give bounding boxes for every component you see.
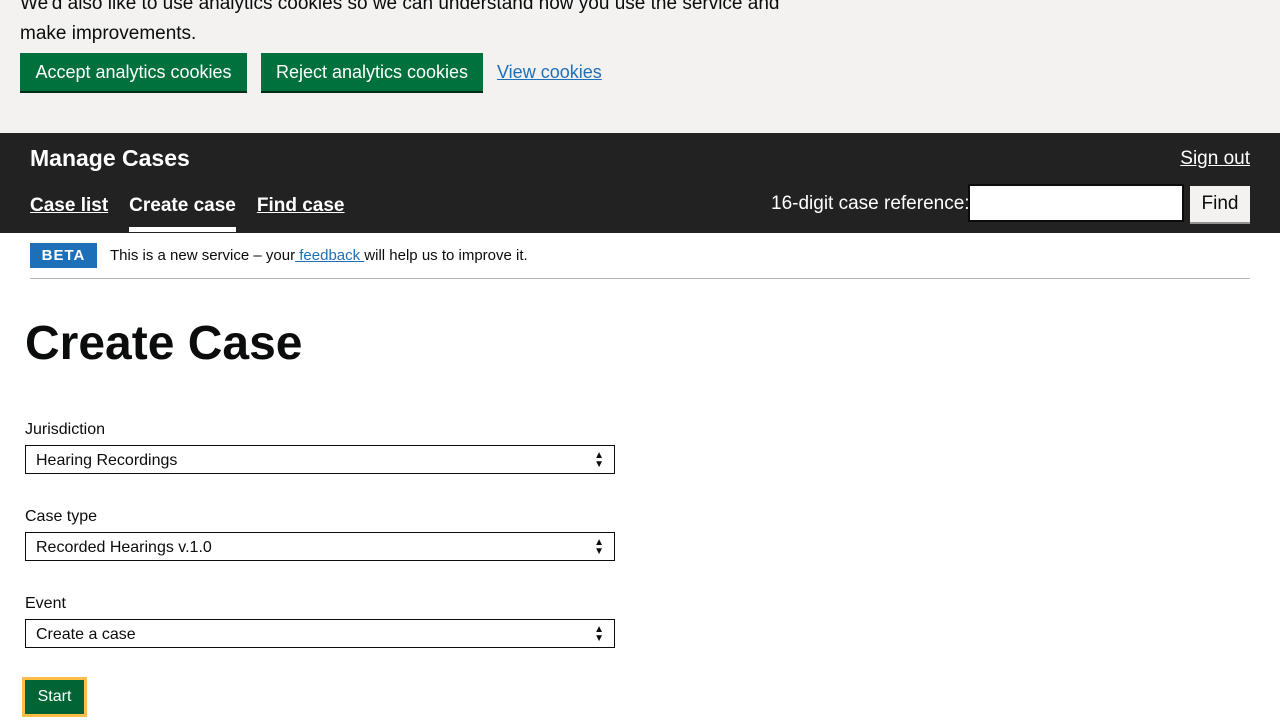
case-reference-input[interactable] — [968, 184, 1184, 222]
case-type-select[interactable]: Recorded Hearings v.1.0 ▲ ▼ — [25, 532, 615, 561]
primary-nav: Case list Create case Find case — [30, 195, 366, 233]
beta-tag: BETA — [30, 243, 97, 268]
feedback-link[interactable]: feedback — [295, 247, 364, 264]
nav-create-case[interactable]: Create case — [129, 195, 236, 233]
cookie-banner: We'd also like to use analytics cookies … — [0, 0, 1280, 133]
find-button[interactable]: Find — [1190, 186, 1250, 222]
beta-message: This is a new service – your feedback wi… — [110, 247, 528, 264]
beta-text-after: will help us to improve it. — [364, 247, 528, 264]
select-arrows-icon: ▲ ▼ — [594, 624, 604, 644]
event-label: Event — [25, 595, 66, 612]
case-reference-label: 16-digit case reference: — [771, 193, 970, 214]
cookie-banner-text: We'd also like to use analytics cookies … — [20, 0, 780, 44]
case-type-label: Case type — [25, 508, 98, 525]
event-selected-value: Create a case — [36, 626, 136, 643]
jurisdiction-selected-value: Hearing Recordings — [36, 452, 178, 469]
reject-analytics-cookies-button[interactable]: Reject analytics cookies — [261, 53, 483, 91]
case-type-selected-value: Recorded Hearings v.1.0 — [36, 539, 212, 556]
jurisdiction-label: Jurisdiction — [25, 421, 106, 438]
sign-out-link[interactable]: Sign out — [1180, 148, 1250, 170]
jurisdiction-select[interactable]: Hearing Recordings ▲ ▼ — [25, 445, 615, 474]
beta-text-before: This is a new service – your — [110, 247, 296, 264]
accept-analytics-cookies-button[interactable]: Accept analytics cookies — [20, 53, 247, 91]
page-title: Create Case — [25, 317, 303, 370]
start-button[interactable]: Start — [22, 677, 87, 717]
beta-banner: BETA This is a new service – your feedba… — [30, 233, 1250, 279]
event-select[interactable]: Create a case ▲ ▼ — [25, 619, 615, 648]
select-arrows-icon: ▲ ▼ — [594, 450, 604, 470]
site-header: Manage Cases Sign out Case list Create c… — [0, 133, 1280, 233]
service-name[interactable]: Manage Cases — [30, 145, 190, 172]
nav-find-case[interactable]: Find case — [257, 195, 345, 233]
nav-case-list[interactable]: Case list — [30, 195, 108, 233]
select-arrows-icon: ▲ ▼ — [594, 537, 604, 557]
view-cookies-link[interactable]: View cookies — [497, 62, 602, 83]
